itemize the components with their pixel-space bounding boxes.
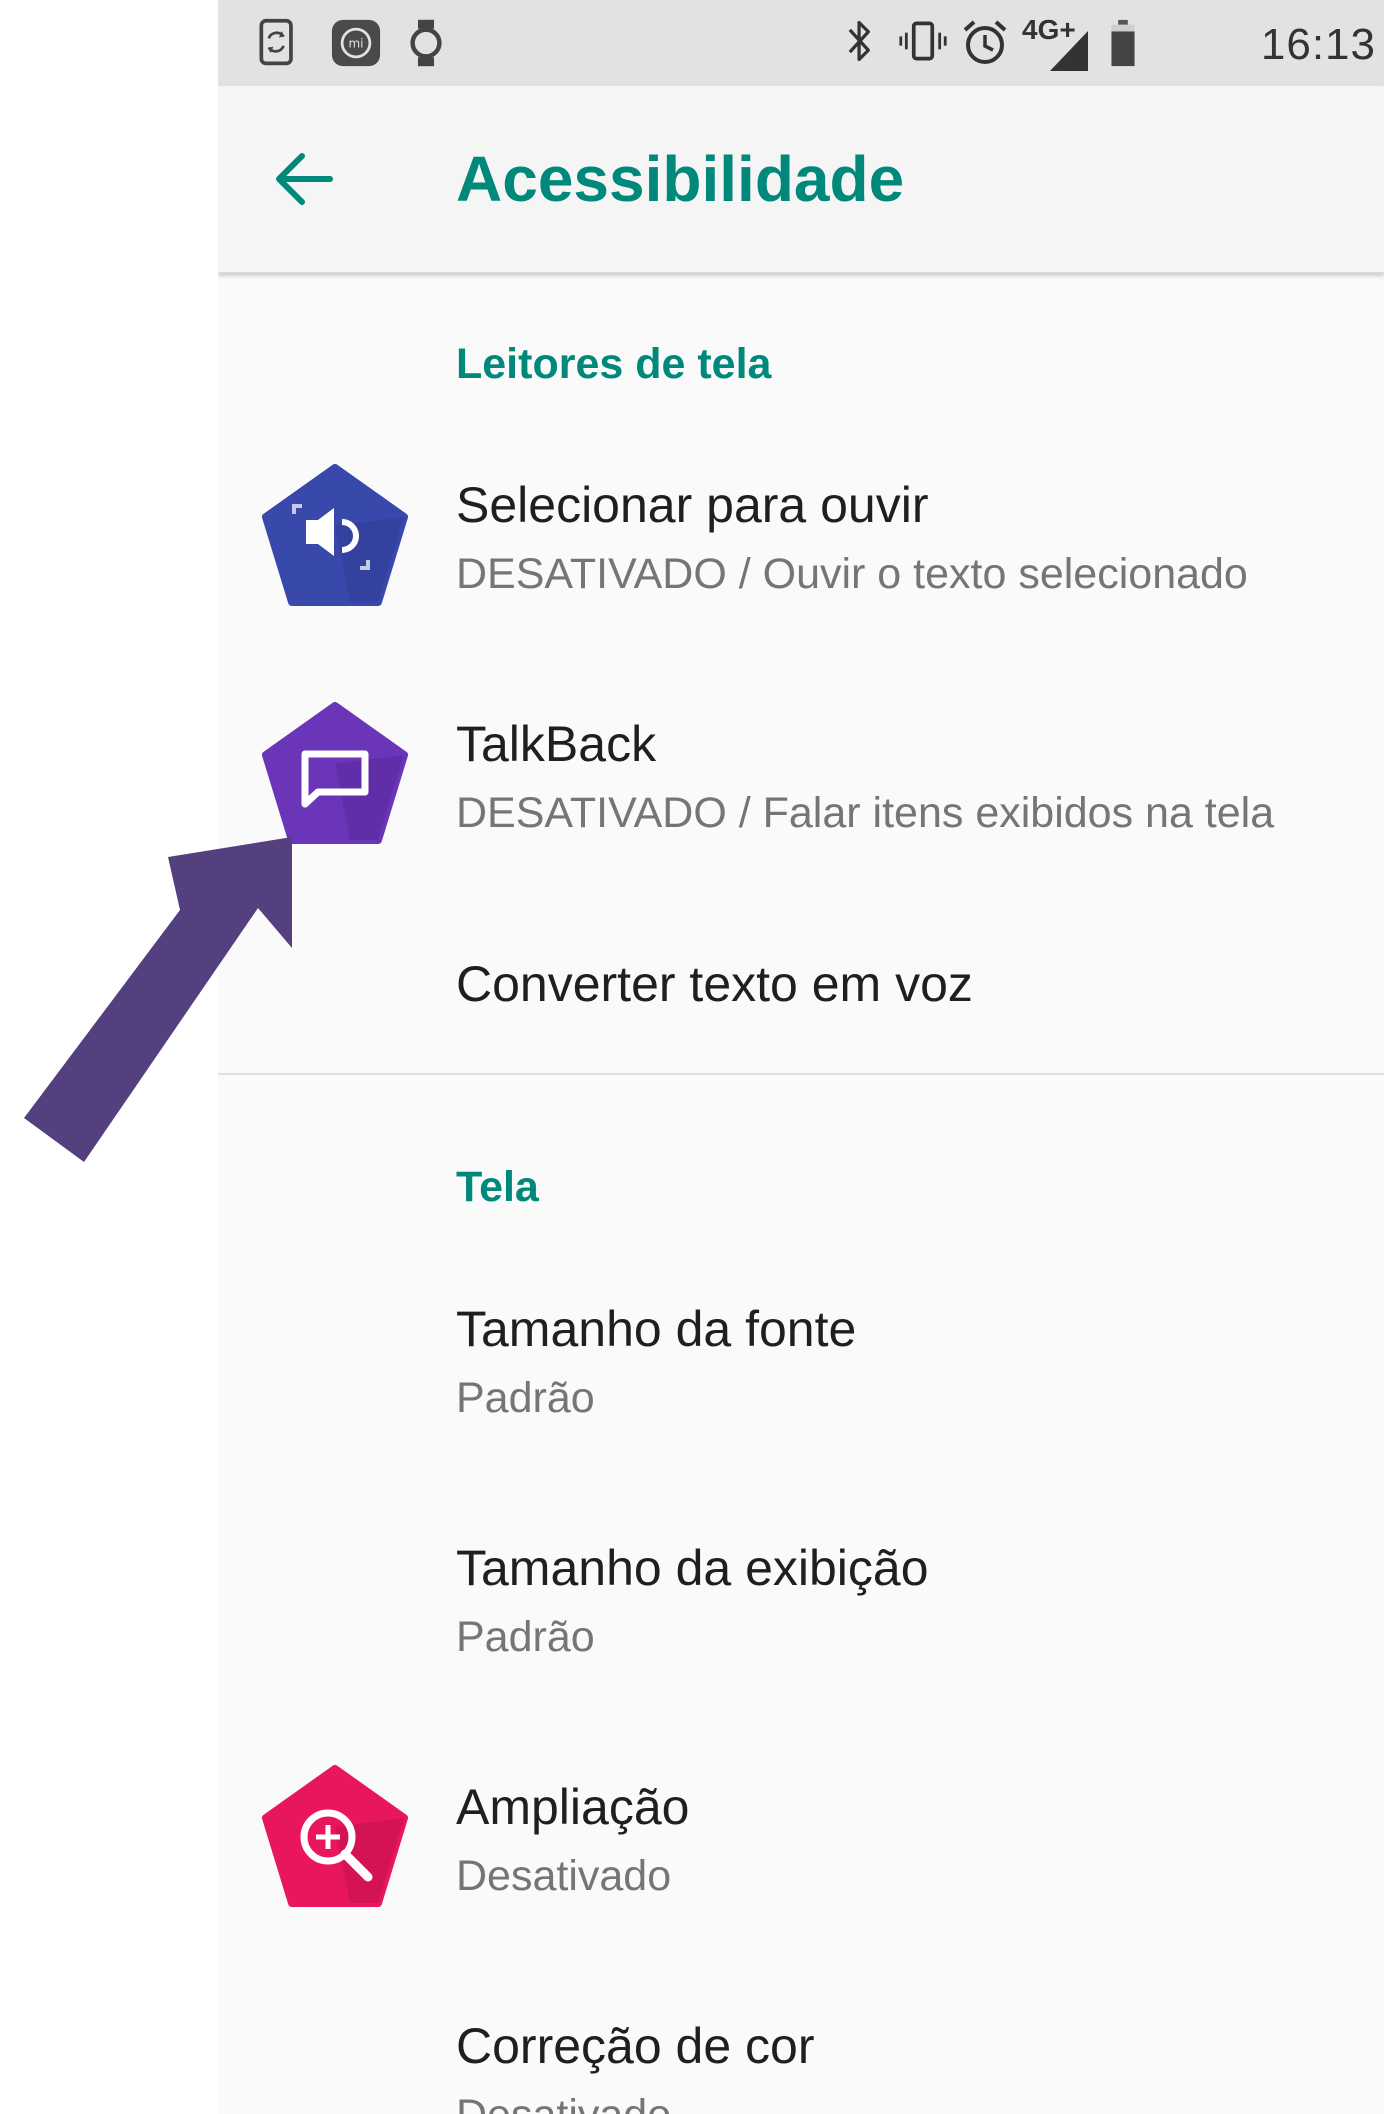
item-title: Selecionar para ouvir (456, 477, 929, 533)
bluetooth-icon (848, 20, 870, 62)
section-header-display: Tela (456, 1163, 539, 1211)
item-subtitle: Desativado (456, 1852, 672, 1900)
item-title: Converter texto em voz (456, 956, 973, 1012)
item-title: Ampliação (456, 1779, 690, 1835)
app-bar: Acessibilidade (218, 86, 1384, 273)
mi-app-icon: mi (331, 19, 381, 67)
clock: 16:13 (1260, 20, 1376, 69)
status-bar: mi 4G+ 16:13 (218, 0, 1384, 86)
item-title: Correção de cor (456, 2018, 815, 2074)
item-subtitle: Padrão (456, 1374, 595, 1422)
signal-icon (1050, 31, 1088, 71)
watch-icon (410, 19, 442, 67)
magnification-icon (262, 1765, 408, 1907)
page-title: Acessibilidade (456, 143, 905, 215)
item-subtitle: Desativado (456, 2091, 671, 2114)
alarm-icon (963, 20, 1007, 64)
item-title: Tamanho da fonte (456, 1301, 857, 1357)
annotation-arrow-icon (24, 837, 292, 1162)
item-title: TalkBack (456, 716, 657, 772)
settings-screen: mi 4G+ 16:13 Acessibilidade Leitores de … (218, 0, 1384, 2114)
section-header-screen-readers: Leitores de tela (456, 340, 772, 388)
battery-icon (1111, 19, 1135, 67)
item-subtitle: DESATIVADO / Falar itens exibidos na tel… (456, 789, 1275, 837)
vibrate-icon (899, 21, 947, 61)
item-title: Tamanho da exibição (456, 1540, 929, 1596)
section-divider (218, 1073, 1384, 1075)
svg-text:mi: mi (348, 37, 363, 51)
item-subtitle: Padrão (456, 1613, 595, 1661)
item-subtitle: DESATIVADO / Ouvir o texto selecionado (456, 550, 1248, 598)
